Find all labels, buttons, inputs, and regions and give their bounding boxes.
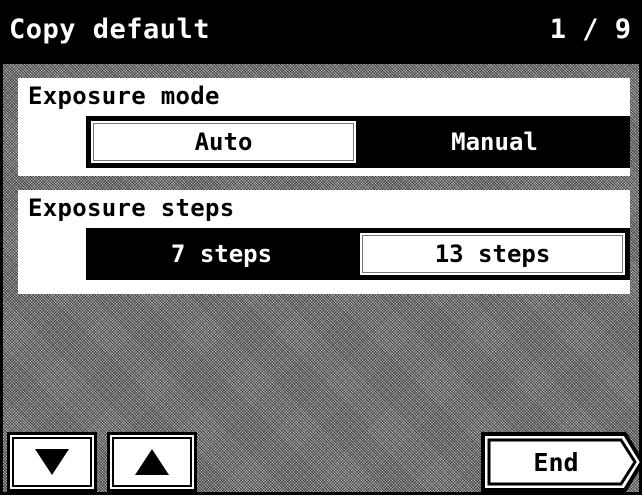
title-bar: Copy default 1 / 9: [3, 0, 642, 64]
exposure-steps-label: Exposure steps: [28, 194, 235, 222]
scroll-up-button[interactable]: [107, 432, 197, 492]
exposure-steps-7-button[interactable]: 7 steps: [89, 231, 354, 277]
copy-default-screen: Copy default 1 / 9 Exposure mode Auto Ma…: [0, 0, 642, 495]
page-title: Copy default: [9, 14, 211, 45]
exposure-mode-panel: Exposure mode Auto Manual: [18, 78, 630, 176]
exposure-mode-label: Exposure mode: [28, 82, 220, 110]
exposure-mode-manual-button[interactable]: Manual: [362, 119, 627, 165]
page-indicator: 1 / 9: [549, 14, 631, 45]
end-button-label: End: [533, 447, 579, 477]
exposure-steps-13-button[interactable]: 13 steps: [358, 231, 627, 277]
triangle-down-icon: [35, 449, 69, 475]
end-button[interactable]: End: [481, 432, 642, 492]
exposure-steps-selector: 7 steps 13 steps: [86, 228, 630, 280]
scroll-down-button[interactable]: [7, 432, 97, 492]
exposure-mode-selector: Auto Manual: [86, 116, 630, 168]
exposure-mode-auto-button[interactable]: Auto: [89, 119, 358, 165]
triangle-up-icon: [135, 449, 169, 475]
exposure-steps-panel: Exposure steps 7 steps 13 steps: [18, 190, 630, 294]
